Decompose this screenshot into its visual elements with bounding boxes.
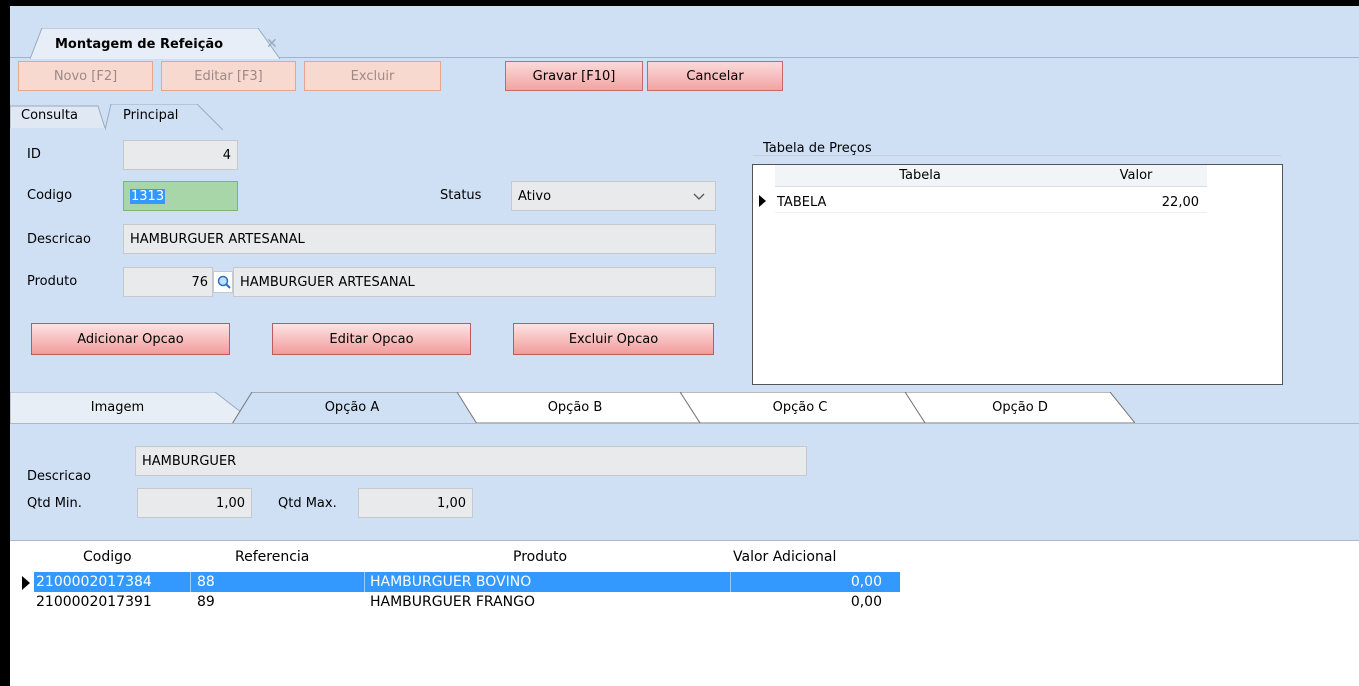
- adicionar-opcao-button[interactable]: Adicionar Opcao: [31, 323, 230, 355]
- status-select[interactable]: Ativo: [511, 181, 716, 211]
- price-valor-cell: 22,00: [1161, 195, 1199, 210]
- grid-header-produto[interactable]: Produto: [513, 549, 567, 565]
- codigo-label: Codigo: [27, 188, 73, 203]
- option-descricao-field[interactable]: HAMBURGUER: [135, 446, 807, 476]
- close-icon[interactable]: ✕: [266, 36, 278, 52]
- qtd-max-field[interactable]: 1,00: [358, 488, 473, 518]
- grid-header-valor-adicional[interactable]: Valor Adicional: [733, 549, 836, 565]
- tab-opcao-a[interactable]: Opção A: [232, 392, 477, 425]
- row-pointer-icon: [22, 576, 30, 590]
- status-value: Ativo: [518, 188, 552, 204]
- excluir-button[interactable]: Excluir: [304, 61, 441, 91]
- tab-opcao-b-label: Opção B: [547, 400, 603, 415]
- option-descricao-value: HAMBURGUER: [142, 453, 237, 469]
- grid-cell-produto: HAMBURGUER BOVINO: [370, 574, 532, 590]
- produto-name: HAMBURGUER ARTESANAL: [240, 274, 415, 290]
- tab-opcao-d-label: Opção D: [992, 400, 1048, 415]
- editar-button[interactable]: Editar [F3]: [161, 61, 296, 91]
- grid-cell-referencia: 89: [197, 594, 215, 610]
- chevron-down-icon: [693, 193, 705, 200]
- row-pointer-icon: [759, 195, 766, 207]
- editar-opcao-button[interactable]: Editar Opcao: [272, 323, 471, 355]
- options-grid[interactable]: Codigo Referencia Produto Valor Adiciona…: [10, 540, 1359, 686]
- id-label: ID: [27, 147, 41, 162]
- grid-cell-codigo: 2100002017391: [36, 594, 152, 610]
- qtd-min-field[interactable]: 1,00: [137, 488, 252, 518]
- document-tab[interactable]: Montagem de Refeição ✕: [30, 28, 280, 60]
- price-table-header-tabela[interactable]: Tabela: [775, 165, 1065, 187]
- produto-label: Produto: [27, 274, 78, 289]
- qtd-min-label: Qtd Min.: [27, 496, 82, 511]
- tab-consulta[interactable]: Consulta: [10, 104, 105, 128]
- grid-column-divider: [364, 572, 365, 592]
- tab-imagem-label: Imagem: [90, 400, 145, 415]
- qtd-max-label: Qtd Max.: [278, 496, 337, 511]
- group-separator: [753, 155, 1281, 156]
- search-icon[interactable]: [213, 271, 233, 293]
- codigo-value: 1313: [130, 188, 166, 204]
- tab-opcao-c-label: Opção C: [772, 400, 828, 415]
- table-row[interactable]: 2100002017384 88 HAMBURGUER BOVINO 0,00: [34, 572, 900, 592]
- id-field: 4: [123, 140, 238, 170]
- option-descricao-label: Descricao: [27, 469, 91, 484]
- produto-name-field: HAMBURGUER ARTESANAL: [233, 267, 716, 297]
- id-value: 4: [222, 147, 231, 163]
- grid-cell-referencia: 88: [197, 574, 215, 590]
- document-tab-bar: Montagem de Refeição ✕: [10, 6, 1359, 60]
- grid-cell-codigo: 2100002017384: [36, 574, 152, 590]
- excluir-opcao-button[interactable]: Excluir Opcao: [513, 323, 714, 355]
- produto-code: 76: [191, 274, 208, 290]
- price-table-header-valor[interactable]: Valor: [1065, 165, 1207, 187]
- tab-opcao-a-label: Opção A: [324, 400, 380, 415]
- price-table-row[interactable]: TABELA 22,00: [775, 189, 1207, 213]
- tab-consulta-label: Consulta: [21, 108, 78, 123]
- search-icon-glyph: [217, 275, 231, 289]
- produto-code-field[interactable]: 76: [123, 267, 213, 297]
- grid-header-codigo[interactable]: Codigo: [83, 549, 132, 565]
- status-label: Status: [440, 188, 482, 203]
- gravar-button[interactable]: Gravar [F10]: [505, 61, 643, 91]
- table-row[interactable]: 2100002017391 89 HAMBURGUER FRANGO 0,00: [34, 592, 900, 612]
- novo-button[interactable]: Novo [F2]: [18, 61, 153, 91]
- grid-column-divider: [190, 572, 191, 592]
- qtd-min-value: 1,00: [216, 495, 245, 511]
- grid-header-referencia[interactable]: Referencia: [235, 549, 309, 565]
- grid-cell-valor: 0,00: [850, 574, 882, 590]
- tab-opcao-d[interactable]: Opção D: [905, 392, 1135, 424]
- document-tab-title: Montagem de Refeição: [55, 37, 224, 52]
- price-tabela-cell: TABELA: [777, 195, 827, 210]
- codigo-field[interactable]: 1313: [123, 181, 238, 211]
- tab-principal-label: Principal: [123, 108, 179, 123]
- tab-imagem[interactable]: Imagem: [10, 392, 255, 424]
- opcao-a-panel: [10, 423, 1359, 538]
- tab-opcao-b[interactable]: Opção B: [455, 392, 700, 424]
- window-left-border: [0, 0, 10, 686]
- descricao-label: Descricao: [27, 232, 91, 247]
- price-table[interactable]: Tabela Valor TABELA 22,00: [752, 164, 1283, 385]
- qtd-max-value: 1,00: [437, 495, 466, 511]
- descricao-field[interactable]: HAMBURGUER ARTESANAL: [123, 224, 716, 254]
- tab-principal[interactable]: Principal: [105, 104, 223, 130]
- grid-cell-valor: 0,00: [850, 594, 882, 610]
- descricao-value: HAMBURGUER ARTESANAL: [130, 231, 305, 247]
- grid-cell-produto: HAMBURGUER FRANGO: [370, 594, 536, 610]
- tab-opcao-c[interactable]: Opção C: [680, 392, 925, 424]
- cancelar-button[interactable]: Cancelar: [647, 61, 783, 91]
- tabela-precos-title: Tabela de Preços: [763, 141, 872, 156]
- grid-column-divider: [730, 572, 731, 592]
